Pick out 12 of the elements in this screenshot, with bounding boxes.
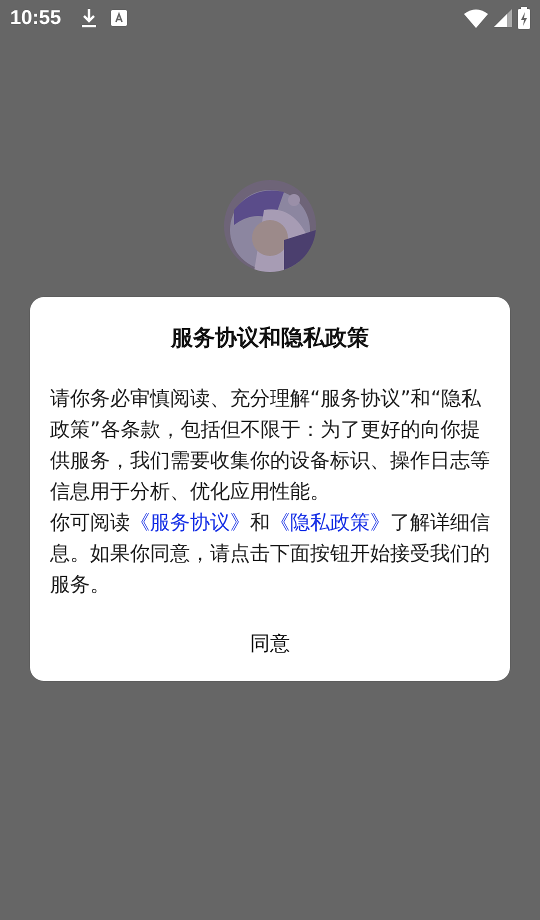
clock: 10:55 — [10, 6, 62, 30]
battery-icon — [518, 7, 530, 29]
signal-icon — [494, 9, 512, 27]
link[interactable]: 《隐私政策》 — [270, 510, 390, 534]
dialog-title: 服务协议和隐私政策 — [171, 325, 369, 353]
download-icon — [81, 8, 98, 28]
dialog-text: 你可阅读《服务协议》和《隐私政策》了解详细信息。如果你同意，请点击下面按钮开始接受我们的服务。 — [50, 509, 491, 598]
dialog-text: 请你务必审慎阅读、充分理解“服务协议”和“隐私政策”各条款，包括但不限于：为了更好的向你提供服务，我们需要收集你的设备标识、操作日志等信息用于分析、优化应用性能。 — [50, 385, 491, 505]
link[interactable]: 《服务协议》 — [130, 510, 250, 534]
wifi-icon — [464, 8, 488, 28]
agree-button[interactable]: 同意 — [226, 618, 314, 669]
keyboard-icon — [111, 10, 128, 26]
